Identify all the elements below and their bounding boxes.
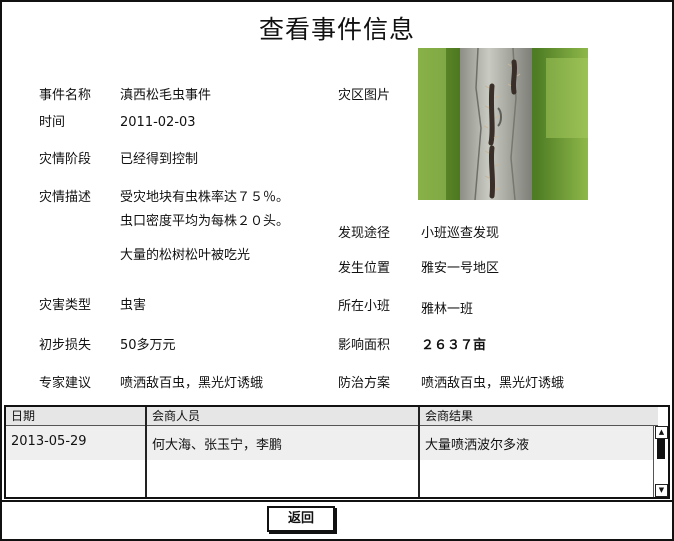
event-name-value: 滇西松毛虫事件 [120, 88, 212, 103]
cell-date: 2013-05-29 [11, 434, 87, 449]
column-divider [145, 407, 147, 497]
stage-value: 已经得到控制 [120, 152, 199, 167]
disaster-type-label: 灾害类型 [39, 298, 92, 313]
description-line-1: 受灾地块有虫株率达７５％。 [120, 190, 290, 205]
loss-label: 初步损失 [39, 338, 92, 353]
scroll-up-arrow-icon[interactable]: ▲ [655, 426, 668, 439]
disaster-image-label: 灾区图片 [338, 88, 391, 103]
consultation-table[interactable]: 日期 会商人员 会商结果 2013-05-29 何大海、张玉宁，李鹏 大量喷洒波… [4, 405, 670, 499]
scrollbar-thumb[interactable] [657, 439, 665, 459]
disaster-area-photo [418, 48, 588, 200]
table-row[interactable]: 2013-05-29 何大海、张玉宁，李鹏 大量喷洒波尔多液 [6, 426, 658, 460]
footer-divider [2, 500, 672, 502]
time-value: 2011-02-03 [120, 115, 196, 130]
column-divider [418, 407, 420, 497]
subcompartment-label: 所在小班 [338, 299, 391, 314]
cell-participants: 何大海、张玉宁，李鹏 [152, 438, 283, 453]
column-header-result[interactable]: 会商结果 [420, 407, 658, 425]
description-label: 灾情描述 [39, 190, 92, 205]
scroll-down-arrow-icon[interactable]: ▼ [655, 484, 668, 497]
event-name-label: 事件名称 [39, 88, 92, 103]
page-title: 查看事件信息 [258, 15, 415, 44]
description-line-3: 大量的松树松叶被吃光 [120, 248, 251, 263]
back-button[interactable]: 返回 [267, 506, 335, 532]
disaster-type-value: 虫害 [120, 298, 147, 313]
control-plan-label: 防治方案 [338, 376, 391, 391]
stage-label: 灾情阶段 [39, 152, 92, 167]
table-scrollbar[interactable]: ▲ ▼ [653, 426, 668, 497]
control-plan-value: 喷洒敌百虫，黑光灯诱蛾 [421, 376, 565, 391]
description-line-2: 虫口密度平均为每株２０头。 [120, 214, 290, 229]
table-header: 日期 会商人员 会商结果 [6, 407, 658, 426]
expert-advice-label: 专家建议 [39, 376, 92, 391]
affected-area-label: 影响面积 [338, 338, 391, 353]
column-header-date[interactable]: 日期 [6, 407, 147, 425]
column-header-participants[interactable]: 会商人员 [147, 407, 420, 425]
location-value: 雅安一号地区 [421, 261, 500, 276]
expert-advice-value: 喷洒敌百虫，黑光灯诱蛾 [120, 376, 264, 391]
affected-area-value: ２６３７亩 [421, 338, 487, 353]
loss-value: 50多万元 [120, 338, 176, 353]
time-label: 时间 [39, 115, 66, 130]
discovery-method-value: 小班巡查发现 [421, 226, 500, 241]
discovery-method-label: 发现途径 [338, 226, 391, 241]
cell-result: 大量喷洒波尔多液 [425, 438, 530, 453]
location-label: 发生位置 [338, 261, 391, 276]
subcompartment-value: 雅林一班 [421, 302, 474, 317]
